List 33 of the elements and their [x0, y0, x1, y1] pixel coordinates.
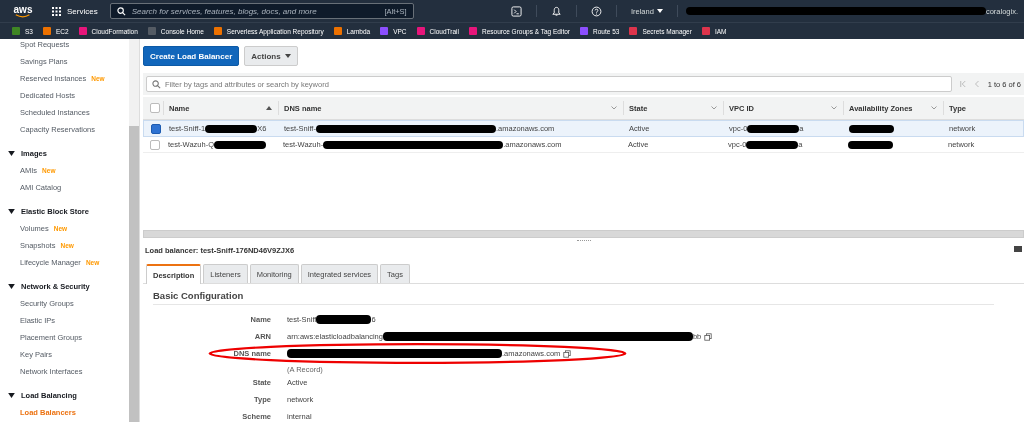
redaction-mark	[316, 315, 372, 324]
redaction-mark	[747, 124, 800, 133]
redaction-mark	[214, 140, 266, 149]
select-all-checkbox[interactable]	[149, 103, 160, 113]
grid-icon[interactable]	[52, 6, 61, 16]
caret-icon[interactable]	[284, 54, 291, 58]
redaction-mark	[746, 140, 799, 149]
help-icon[interactable]	[590, 5, 602, 17]
row-checkbox[interactable]	[150, 123, 161, 134]
services-menu-button[interactable]: Services	[48, 6, 102, 16]
search-icon[interactable]	[116, 6, 126, 16]
create-load-balancer-button[interactable]: Create Load Balancer	[143, 46, 240, 66]
section-title: Basic Configuration	[153, 290, 994, 305]
scrollbar[interactable]	[129, 39, 139, 422]
caret-icon[interactable]	[8, 284, 15, 289]
sort-ascending-icon[interactable]	[266, 106, 272, 110]
caret-icon[interactable]	[656, 9, 663, 13]
copy-icon[interactable]	[563, 349, 572, 358]
aws-logo[interactable]: aws	[12, 4, 34, 18]
scrollbar[interactable]	[143, 230, 1024, 238]
caret-icon[interactable]	[8, 209, 15, 214]
notifications-icon[interactable]	[550, 5, 562, 17]
actions-button[interactable]: Actions	[244, 46, 298, 66]
terminal-icon[interactable]	[510, 5, 522, 17]
redaction-mark	[205, 124, 258, 133]
row-checkbox[interactable]	[149, 139, 160, 150]
resize-handle[interactable]	[576, 239, 591, 243]
redaction-mark	[848, 140, 893, 149]
copy-icon[interactable]	[704, 332, 713, 341]
caret-icon[interactable]	[8, 393, 15, 398]
caret-icon[interactable]	[8, 151, 15, 156]
search-field[interactable]: Search for services, features, blogs, docs, and more	[131, 6, 379, 16]
redaction-mark	[849, 124, 894, 133]
